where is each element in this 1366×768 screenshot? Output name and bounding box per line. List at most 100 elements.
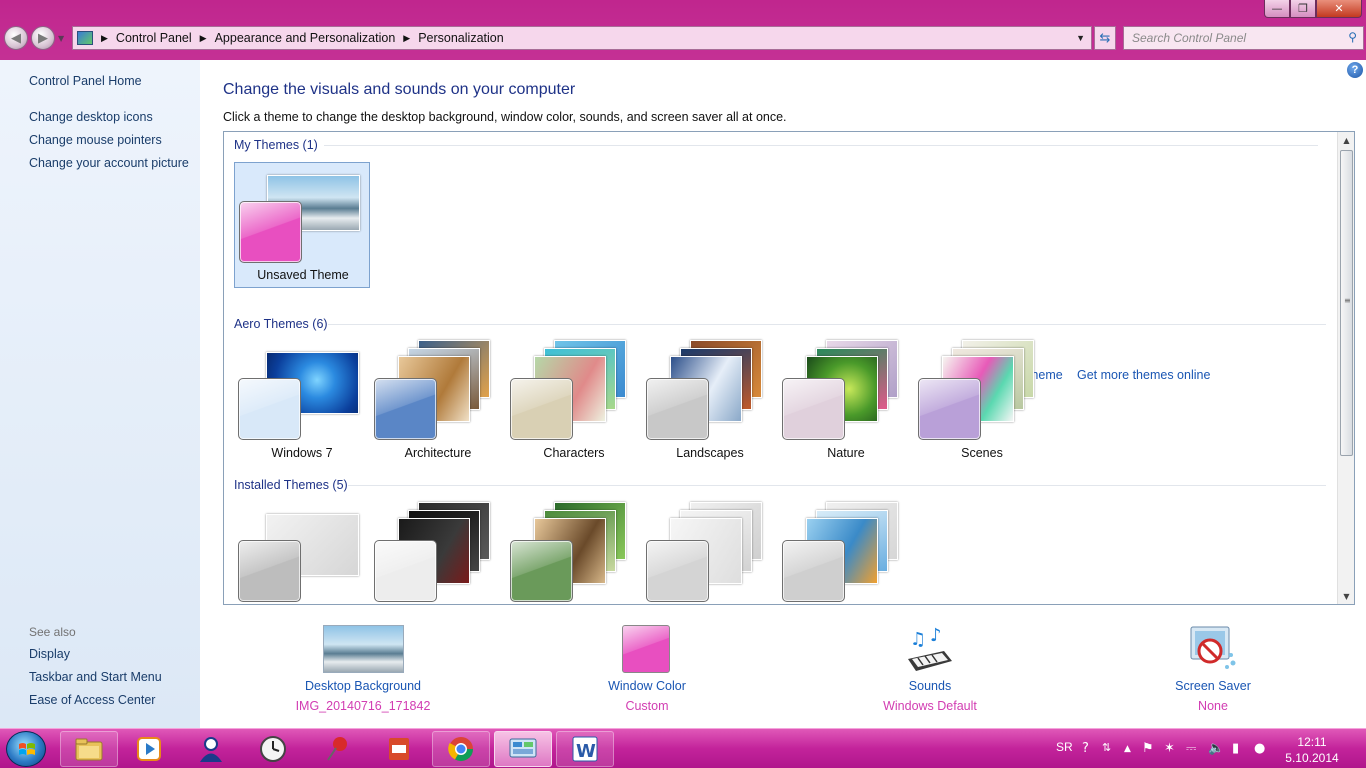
sidebar-link-account-picture[interactable]: Change your account picture xyxy=(29,156,189,170)
recent-pages-dropdown-icon[interactable]: ▼ xyxy=(58,34,64,43)
close-button[interactable]: ✕ xyxy=(1316,0,1362,18)
sounds-title[interactable]: Sounds xyxy=(840,679,1020,693)
control-panel-icon xyxy=(77,31,93,45)
installed-theme-tile[interactable] xyxy=(370,502,506,604)
control-panel-icon xyxy=(509,738,537,758)
get-more-themes-link[interactable]: Get more themes online xyxy=(1077,368,1210,382)
power-plug-icon[interactable]: ⎓ xyxy=(1186,741,1196,756)
theme-tile-scenes[interactable]: Scenes xyxy=(914,340,1050,466)
refresh-button[interactable]: ⇆ xyxy=(1094,26,1116,50)
volume-icon[interactable]: 🔈 xyxy=(1208,741,1224,756)
search-input[interactable]: Search Control Panel ⚲ xyxy=(1123,26,1364,50)
theme-label: Scenes xyxy=(961,446,1003,460)
installed-theme-tile[interactable] xyxy=(234,502,370,604)
theme-list[interactable]: My Themes (1) Unsaved Theme Save theme G… xyxy=(223,131,1355,605)
back-button[interactable]: ◀ xyxy=(4,26,28,50)
chevron-right-icon[interactable]: ▶ xyxy=(101,33,108,44)
scroll-thumb[interactable]: ≡ xyxy=(1340,150,1353,456)
sidebar-link-mouse-pointers[interactable]: Change mouse pointers xyxy=(29,133,162,147)
screen-saver-icon xyxy=(1187,625,1239,673)
breadcrumb-control-panel[interactable]: Control Panel xyxy=(116,31,192,45)
theme-preview xyxy=(235,163,371,263)
maximize-button[interactable]: ❐ xyxy=(1290,0,1316,18)
see-also-taskbar[interactable]: Taskbar and Start Menu xyxy=(29,670,162,684)
forward-button[interactable]: ▶ xyxy=(31,26,55,50)
installed-theme-tile[interactable] xyxy=(778,502,914,604)
user-icon xyxy=(200,737,222,762)
address-dropdown-icon[interactable]: ▼ xyxy=(1076,33,1085,43)
theme-preview xyxy=(370,340,506,440)
minimize-button[interactable]: — xyxy=(1264,0,1290,18)
chevron-right-icon[interactable]: ▶ xyxy=(403,33,410,44)
window-color-swatch xyxy=(646,378,709,440)
word-icon: W xyxy=(572,736,598,762)
clock-date: 5.10.2014 xyxy=(1285,751,1339,765)
pushpin-icon xyxy=(327,737,347,761)
see-also-display[interactable]: Display xyxy=(29,647,70,661)
window-color-swatch xyxy=(239,201,302,263)
network-sync-icon[interactable]: ⇅ xyxy=(1102,741,1111,754)
theme-tile-nature[interactable]: Nature xyxy=(778,340,914,466)
window-color-swatch xyxy=(510,378,573,440)
window-color-title[interactable]: Window Color xyxy=(557,679,737,693)
svg-text:W: W xyxy=(576,741,596,762)
taskbar-user-app[interactable] xyxy=(182,731,240,767)
taskbar-control-panel[interactable] xyxy=(494,731,552,767)
action-center-flag-icon[interactable]: ⚑ xyxy=(1142,741,1154,756)
theme-tile-characters[interactable]: Characters xyxy=(506,340,642,466)
taskbar-explorer[interactable] xyxy=(60,731,118,767)
window-color-swatch xyxy=(918,378,981,440)
desktop-background-thumbnail xyxy=(323,625,404,673)
installed-theme-tile[interactable] xyxy=(506,502,642,604)
window-color-swatch xyxy=(510,540,573,602)
start-button[interactable] xyxy=(6,731,46,767)
taskbar-chrome[interactable] xyxy=(432,731,490,767)
sounds-setting[interactable]: ♫ ♪ Sounds Windows Default xyxy=(840,625,1020,715)
theme-label: Nature xyxy=(827,446,865,460)
address-bar[interactable]: ▶ Control Panel ▶ Appearance and Persona… xyxy=(72,26,1092,50)
scroll-down-arrow-icon[interactable]: ▼ xyxy=(1338,588,1354,604)
theme-tile-landscapes[interactable]: Landscapes xyxy=(642,340,778,466)
chevron-right-icon[interactable]: ▶ xyxy=(200,33,207,44)
window-color-swatch xyxy=(782,378,845,440)
language-indicator[interactable]: SR xyxy=(1056,740,1073,754)
theme-list-scrollbar[interactable]: ▲ ≡ ▼ xyxy=(1337,132,1354,604)
signal-strength-icon[interactable]: ▮ xyxy=(1232,741,1239,756)
desktop-background-title[interactable]: Desktop Background xyxy=(273,679,453,693)
see-also-ease-of-access[interactable]: Ease of Access Center xyxy=(29,693,155,707)
theme-preview xyxy=(642,502,778,602)
screen-saver-value: None xyxy=(1198,699,1228,713)
window-color-swatch xyxy=(238,540,301,602)
taskbar-clock-app[interactable] xyxy=(244,731,302,767)
theme-tile-windows-7[interactable]: Windows 7 xyxy=(234,340,370,466)
desktop-background-setting[interactable]: Desktop Background IMG_20140716_171842 xyxy=(273,625,453,715)
search-icon[interactable]: ⚲ xyxy=(1348,30,1357,44)
taskbar-word[interactable]: W xyxy=(556,731,614,767)
help-icon[interactable]: ? xyxy=(1082,741,1089,756)
section-my-themes: My Themes (1) xyxy=(234,138,318,152)
theme-tile-unsaved[interactable]: Unsaved Theme xyxy=(234,162,370,288)
help-icon[interactable]: ? xyxy=(1347,62,1363,78)
taskbar-mp3-app[interactable] xyxy=(370,731,428,767)
sidebar-link-desktop-icons[interactable]: Change desktop icons xyxy=(29,110,153,124)
pin-icon[interactable]: ✶ xyxy=(1164,741,1175,756)
theme-tile-architecture[interactable]: Architecture xyxy=(370,340,506,466)
show-hidden-icons-icon[interactable]: ▲ xyxy=(1124,744,1131,754)
screen-saver-title[interactable]: Screen Saver xyxy=(1123,679,1303,693)
screen-saver-setting[interactable]: Screen Saver None xyxy=(1123,625,1303,715)
window-color-swatch xyxy=(374,378,437,440)
sidebar-link-control-panel-home[interactable]: Control Panel Home xyxy=(29,74,142,88)
sounds-icon: ♫ ♪ xyxy=(904,625,956,673)
installed-theme-tile[interactable] xyxy=(642,502,778,604)
clock[interactable]: 12:11 5.10.2014 xyxy=(1282,734,1342,766)
scroll-up-arrow-icon[interactable]: ▲ xyxy=(1338,132,1354,148)
window-color-setting[interactable]: Window Color Custom xyxy=(557,625,737,715)
message-bubble-icon[interactable]: ● xyxy=(1254,741,1265,756)
page-subtitle: Click a theme to change the desktop back… xyxy=(223,110,787,124)
breadcrumb-appearance[interactable]: Appearance and Personalization xyxy=(215,31,396,45)
taskbar-pin-app[interactable] xyxy=(308,731,366,767)
taskbar-media-player[interactable] xyxy=(120,731,178,767)
window-color-swatch xyxy=(374,540,437,602)
chrome-icon xyxy=(448,737,473,762)
breadcrumb-personalization[interactable]: Personalization xyxy=(418,31,503,45)
